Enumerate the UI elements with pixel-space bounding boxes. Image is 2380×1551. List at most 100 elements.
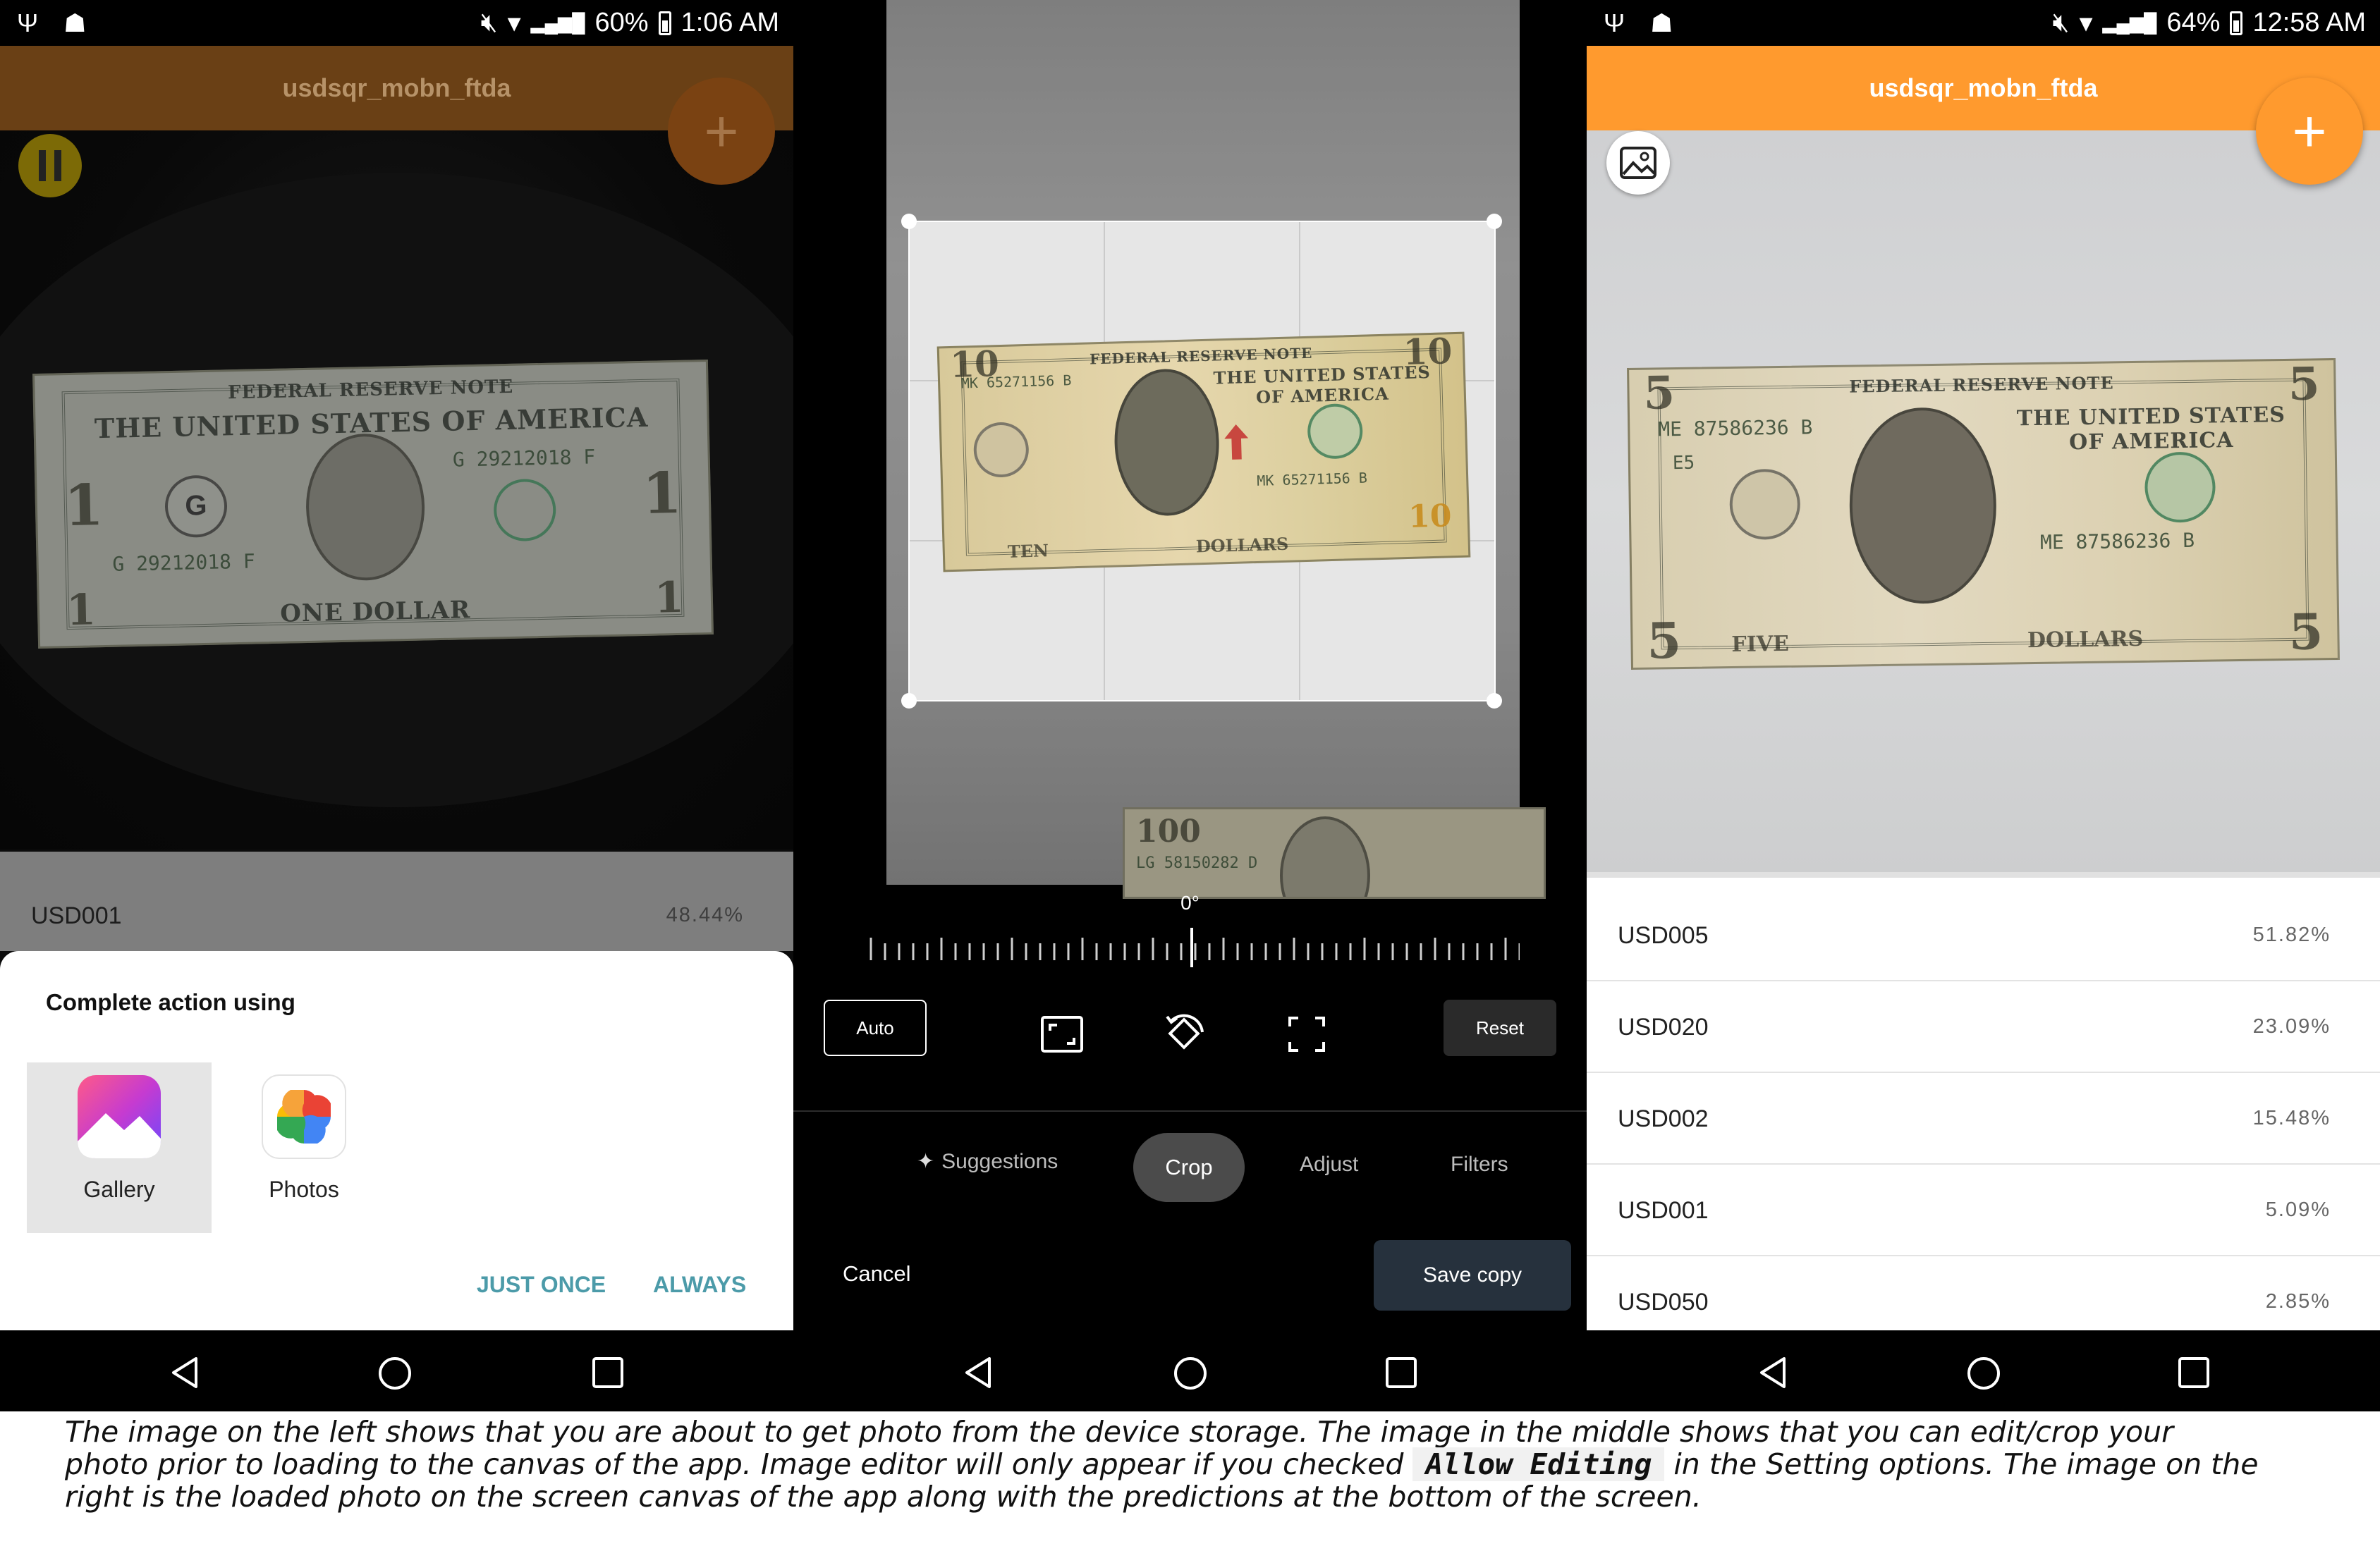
mute-icon: 🔇︎	[2052, 8, 2070, 37]
rotate-icon[interactable]	[1161, 1011, 1207, 1056]
save-copy-button[interactable]: Save copy	[1374, 1240, 1571, 1311]
figure-caption: The image on the left shows that you are…	[65, 1416, 2265, 1513]
prediction-label: USD001	[1618, 1197, 1709, 1224]
app-option-gallery[interactable]: Gallery	[27, 1062, 212, 1233]
bill-country: THE UNITED STATES OF AMERICA	[2016, 403, 2286, 455]
prediction-confidence: 48.44%	[666, 904, 744, 926]
photo-canvas: FEDERAL RESERVE NOTE THE UNITED STATES O…	[1587, 130, 2380, 872]
caption-setting-name: Allow Editing	[1412, 1447, 1665, 1481]
rotation-angle: 0°	[1180, 892, 1200, 914]
plus-icon: +	[2292, 98, 2327, 164]
middle-phone-screen: 100 LG 58150282 D FEDERAL RESERVE NOTE T…	[793, 0, 1587, 1411]
always-button[interactable]: ALWAYS	[653, 1272, 746, 1298]
divider	[1587, 872, 2380, 878]
bill-serial-bottom: ME 87586236 B	[2039, 529, 2195, 555]
plus-icon: +	[704, 98, 739, 164]
recents-icon[interactable]	[591, 1356, 625, 1390]
bill-denom-top-left: 5	[1643, 366, 1676, 420]
camera-preview: FEDERAL RESERVE NOTE THE UNITED STATES O…	[0, 130, 793, 850]
home-icon[interactable]	[1966, 1356, 2001, 1391]
usb-icon: Ψ	[17, 8, 39, 37]
back-icon[interactable]	[168, 1356, 202, 1390]
prediction-row: USD001 48.44%	[0, 852, 793, 951]
crop-handle-bottom-right[interactable]	[1487, 693, 1502, 709]
right-phone-screen: Ψ ☗ 🔇︎ ▾ ▂▄▆█ 64% 12:58 AM usdsqr_mobn_ft…	[1587, 0, 2380, 1411]
pause-button[interactable]	[18, 134, 82, 197]
usb-icon: Ψ	[1604, 8, 1625, 37]
android-debug-icon: ☗	[63, 8, 87, 37]
bill-code: E5	[1672, 452, 1695, 474]
prediction-label: USD020	[1618, 1014, 1709, 1041]
status-bar: Ψ ☗ 🔇︎ ▾ ▂▄▆█ 60% 1:06 AM	[0, 0, 793, 46]
battery-icon	[2230, 11, 2243, 35]
bill-serial-top: ME 87586236 B	[1657, 415, 1813, 441]
prediction-confidence: 51.82%	[2252, 924, 2331, 946]
home-icon[interactable]	[1173, 1356, 1208, 1391]
add-photo-fab[interactable]: +	[668, 78, 775, 185]
image-source-button[interactable]	[1606, 131, 1670, 195]
expand-crop-icon[interactable]	[1287, 1015, 1326, 1053]
tab-label: Suggestions	[941, 1149, 1058, 1173]
recents-icon[interactable]	[1384, 1356, 1418, 1390]
aspect-ratio-icon[interactable]	[1040, 1015, 1084, 1053]
crop-handle-top-left[interactable]	[901, 214, 917, 229]
prediction-confidence: 23.09%	[2252, 1015, 2331, 1038]
mute-icon: 🔇︎	[480, 8, 498, 37]
nav-bar	[1587, 1330, 2380, 1411]
prediction-confidence: 15.48%	[2252, 1107, 2331, 1129]
wifi-icon: ▾	[2079, 8, 2093, 38]
pause-icon	[39, 150, 61, 181]
prediction-label: USD001	[31, 902, 122, 929]
one-dollar-bill: FEDERAL RESERVE NOTE THE UNITED STATES O…	[32, 360, 714, 649]
app-option-photos[interactable]: Photos	[212, 1062, 396, 1233]
home-icon[interactable]	[377, 1356, 413, 1391]
tab-crop[interactable]: Crop	[1133, 1133, 1245, 1202]
left-phone-screen: Ψ ☗ 🔇︎ ▾ ▂▄▆█ 60% 1:06 AM usdsqr_mobn_ftd…	[0, 0, 793, 1411]
back-icon[interactable]	[961, 1356, 995, 1390]
reset-button[interactable]: Reset	[1444, 1000, 1556, 1056]
photos-pinwheel-icon	[262, 1074, 346, 1159]
bill-letter: G	[184, 490, 207, 522]
just-once-button[interactable]: JUST ONCE	[477, 1272, 606, 1298]
bill-serial-bottom: G 29212018 F	[112, 549, 256, 577]
list-item: USD020 23.09%	[1587, 981, 2380, 1073]
tab-filters[interactable]: Filters	[1451, 1153, 1508, 1177]
android-debug-icon: ☗	[1650, 8, 1673, 37]
cancel-button[interactable]: Cancel	[843, 1261, 911, 1287]
prediction-confidence: 2.85%	[2265, 1290, 2331, 1313]
prediction-label: USD002	[1618, 1105, 1709, 1132]
divider	[793, 1110, 1587, 1112]
tab-adjust[interactable]: Adjust	[1300, 1153, 1358, 1177]
crop-frame	[908, 221, 1496, 701]
nav-bar	[793, 1330, 1587, 1411]
bill-left-text: FIVE	[1731, 632, 1790, 658]
list-item: USD005 51.82%	[1587, 890, 2380, 981]
nav-bar	[0, 1330, 793, 1411]
bg-bill-portrait	[1280, 816, 1370, 897]
clock: 1:06 AM	[681, 8, 779, 37]
clock: 12:58 AM	[2252, 8, 2366, 37]
auto-button[interactable]: Auto	[824, 1000, 927, 1056]
add-photo-fab[interactable]: +	[2256, 78, 2363, 185]
background-hundred-bill: 100 LG 58150282 D	[1123, 807, 1546, 899]
battery-percent: 64%	[2166, 8, 2221, 37]
bill-denom-right: 1	[642, 460, 683, 527]
bill-denom-bottom-left: 5	[1646, 611, 1682, 670]
rotation-slider[interactable]	[864, 928, 1520, 970]
back-icon[interactable]	[1756, 1356, 1790, 1390]
wifi-icon: ▾	[507, 8, 521, 38]
app-title: usdsqr_mobn_ftda	[282, 73, 511, 102]
five-dollar-bill: FEDERAL RESERVE NOTE THE UNITED STATES O…	[1627, 358, 2340, 670]
tab-suggestions[interactable]: ✦ Suggestions	[917, 1149, 1058, 1174]
bill-denom-left: 1	[63, 472, 104, 539]
crop-handle-top-right[interactable]	[1487, 214, 1502, 229]
bill-right-text: DOLLARS	[2027, 627, 2144, 654]
list-item: USD001 5.09%	[1587, 1165, 2380, 1256]
app-title: usdsqr_mobn_ftda	[1869, 73, 2098, 102]
battery-percent: 60%	[594, 8, 649, 37]
signal-icon: ▂▄▆█	[530, 12, 585, 33]
recents-icon[interactable]	[2177, 1356, 2211, 1390]
list-item: USD002 15.48%	[1587, 1073, 2380, 1165]
crop-handle-bottom-left[interactable]	[901, 693, 917, 709]
bg-bill-serial: LG 58150282 D	[1136, 854, 1258, 872]
